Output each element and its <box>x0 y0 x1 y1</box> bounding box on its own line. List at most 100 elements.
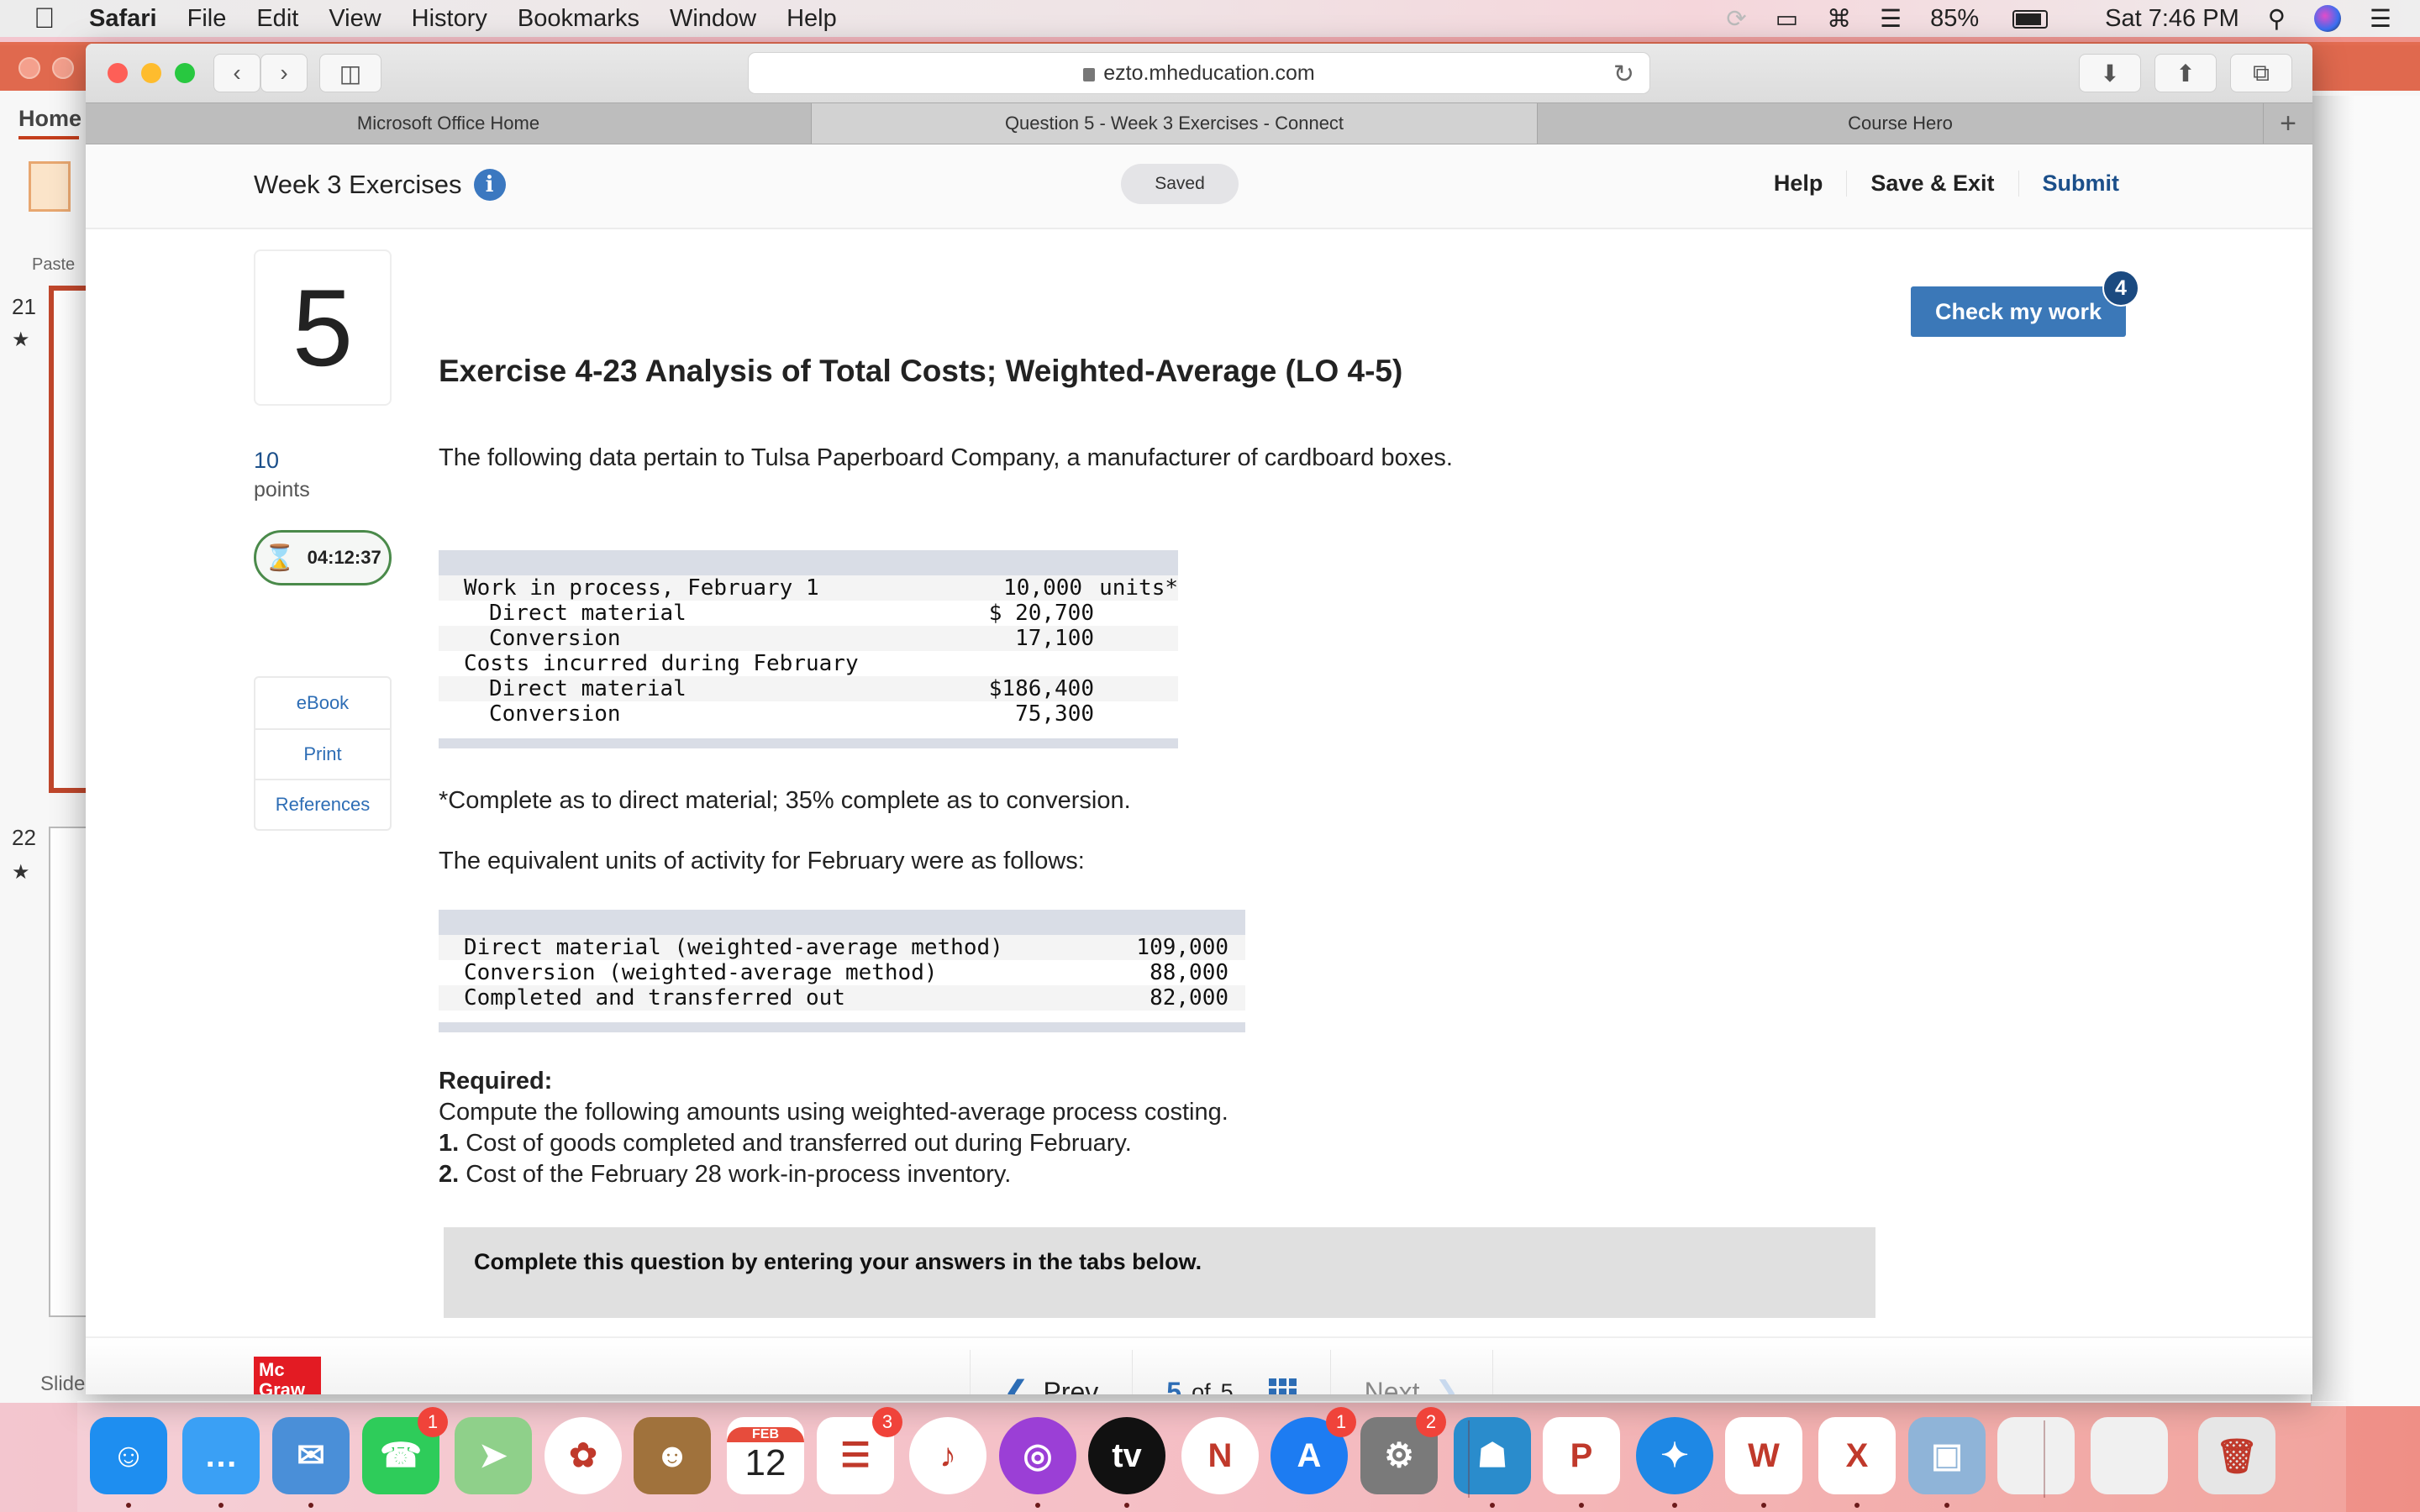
dock-safari-icon[interactable]: ✦ <box>1636 1417 1713 1494</box>
page-indicator[interactable]: 5 of 5 <box>1132 1350 1329 1394</box>
check-my-work-button[interactable]: Check my work <box>1911 286 2126 337</box>
tab-label: Microsoft Office Home <box>356 113 540 134</box>
row-label: Work in process, February 1 <box>464 575 819 601</box>
tab-microsoft-office-home[interactable]: Microsoft Office Home <box>86 103 812 144</box>
dock-kindle-icon[interactable]: ☗ <box>1454 1417 1531 1494</box>
dock-messages-icon[interactable]: … <box>182 1417 260 1494</box>
assignment-header: Week 3 Exercises i Saved Help Save & Exi… <box>86 145 2312 229</box>
references-link[interactable]: References <box>255 779 390 829</box>
sidebar-icon: ◫ <box>339 60 362 87</box>
animation-star-icon: ★ <box>12 861 30 884</box>
minimize-button[interactable] <box>141 63 161 83</box>
submit-link[interactable]: Submit <box>2018 171 2119 197</box>
calendar-day: 12 <box>744 1442 786 1483</box>
row-label: Direct material <box>489 676 687 701</box>
row-value: $186,400 <box>988 676 1094 701</box>
forward-button[interactable]: › <box>260 54 308 92</box>
sync-icon[interactable]: ⟳ <box>1726 4 1746 34</box>
prev-label: Prev <box>1043 1376 1099 1395</box>
dock-reminders-icon[interactable]: ☰ 3 <box>817 1407 902 1494</box>
dock-tv-icon[interactable]: tv <box>1088 1417 1165 1494</box>
running-indicator <box>218 1503 224 1508</box>
close-button[interactable] <box>108 63 128 83</box>
ebook-link[interactable]: eBook <box>255 678 390 728</box>
fullscreen-button[interactable] <box>175 63 195 83</box>
question-number: 5 <box>254 249 392 406</box>
tab-overview-button[interactable]: ⧉ <box>2230 54 2292 92</box>
reload-icon[interactable]: ↻ <box>1613 60 1634 89</box>
dock-calendar-icon[interactable]: FEB 12 <box>727 1417 804 1494</box>
dock-mail-icon[interactable]: ✉ <box>272 1417 350 1494</box>
help-link[interactable]: Help <box>1750 171 1847 197</box>
dock-excel-icon[interactable]: X <box>1818 1417 1896 1494</box>
dock-minimized-window-2-icon[interactable] <box>2091 1417 2168 1494</box>
dock-word-icon[interactable]: W <box>1725 1417 1802 1494</box>
airplay-icon[interactable]: ▭ <box>1776 4 1798 34</box>
row-value: 109,000 <box>1136 935 1228 960</box>
table-body: Direct material (weighted-average method… <box>439 935 1245 1011</box>
tab-question-5[interactable]: Question 5 - Week 3 Exercises - Connect <box>812 103 1538 144</box>
notification-center-icon[interactable]: ☰ <box>2370 4 2391 34</box>
slides-panel-label: Slide <box>40 1373 86 1395</box>
app-glyph: ✉ <box>297 1437 325 1474</box>
ribbon-tab-underline <box>18 136 79 139</box>
address-bar[interactable]: ezto.mheducation.com ↻ <box>748 52 1650 94</box>
apple-menu-icon[interactable]:  <box>34 3 64 35</box>
menu-help[interactable]: Help <box>786 5 837 33</box>
menu-app-name[interactable]: Safari <box>89 5 157 33</box>
spotlight-search-icon[interactable]: ⚲ <box>2268 4 2286 34</box>
row-unit: units* <box>1099 575 1178 601</box>
minimize-button[interactable] <box>52 57 74 79</box>
dock-facetime-icon[interactable]: ☎ 1 <box>362 1407 448 1494</box>
new-tab-button[interactable]: + <box>2264 103 2312 144</box>
battery-status[interactable]: 85% <box>1930 5 2076 33</box>
share-button[interactable]: ⬆ <box>2154 54 2217 92</box>
save-exit-link[interactable]: Save & Exit <box>1846 171 2018 197</box>
dock-system-preferences-icon[interactable]: ⚙ 2 <box>1360 1407 1446 1494</box>
app-glyph: W <box>1748 1436 1780 1474</box>
ribbon-tab-home[interactable]: Home <box>18 106 82 132</box>
dock-app-store-icon[interactable]: A1 <box>1270 1407 1356 1494</box>
back-button[interactable]: ‹ <box>213 54 260 92</box>
dock-photos-icon[interactable]: ✿ <box>544 1417 622 1494</box>
app-glyph: ☻ <box>654 1436 691 1474</box>
info-icon[interactable]: i <box>473 169 506 201</box>
menu-edit[interactable]: Edit <box>256 5 298 33</box>
close-button[interactable] <box>18 57 40 79</box>
dock-preview-icon[interactable]: ▣ <box>1908 1417 1986 1494</box>
assignment-title: Week 3 Exercises i <box>254 169 506 201</box>
menu-window[interactable]: Window <box>670 5 756 33</box>
menu-history[interactable]: History <box>412 5 487 33</box>
instructions-box: Complete this question by entering your … <box>444 1227 1876 1318</box>
prev-button[interactable]: ❮ Prev <box>970 1350 1132 1394</box>
wifi-icon[interactable]: ☰ <box>1880 4 1902 34</box>
dock-minimized-window-1-icon[interactable] <box>1997 1417 2075 1494</box>
browser-toolbar: ‹ › ◫ ezto.mheducation.com ↻ ⬇ ⬆ ⧉ <box>86 44 2312 102</box>
window-controls <box>108 63 195 83</box>
menu-view[interactable]: View <box>329 5 381 33</box>
dock-maps-icon[interactable]: ➤ <box>455 1417 532 1494</box>
sidebar-toggle-button[interactable]: ◫ <box>319 54 381 92</box>
keyboard-icon[interactable]: ⌘ <box>1827 4 1851 34</box>
dock-podcasts-icon[interactable]: ◎ <box>999 1417 1076 1494</box>
menu-file[interactable]: File <box>187 5 227 33</box>
powerpoint-right-panel <box>2311 96 2420 1406</box>
row-value: 82,000 <box>1150 985 1228 1011</box>
siri-icon[interactable] <box>2314 5 2341 32</box>
dock-powerpoint-icon[interactable]: P <box>1543 1417 1620 1494</box>
dock-contacts-icon[interactable]: ☻ <box>634 1417 711 1494</box>
question-grid-icon[interactable] <box>1268 1378 1297 1394</box>
next-button[interactable]: Next ❯ <box>1329 1350 1493 1394</box>
table-row: Costs incurred during February <box>439 651 1178 676</box>
required-item: 2. Cost of the February 28 work-in-proce… <box>439 1159 1228 1190</box>
dock-music-icon[interactable]: ♪ <box>909 1417 986 1494</box>
downloads-button[interactable]: ⬇ <box>2079 54 2141 92</box>
print-link[interactable]: Print <box>255 728 390 779</box>
dock-finder-icon[interactable]: ☺ <box>90 1417 167 1494</box>
clock[interactable]: Sat 7:46 PM <box>2105 5 2239 33</box>
menu-bookmarks[interactable]: Bookmarks <box>518 5 639 33</box>
paste-icon[interactable] <box>29 161 71 212</box>
dock-news-icon[interactable]: N <box>1181 1417 1259 1494</box>
dock-trash-icon[interactable]: 🗑 <box>2198 1417 2275 1494</box>
tab-course-hero[interactable]: Course Hero <box>1538 103 2264 144</box>
